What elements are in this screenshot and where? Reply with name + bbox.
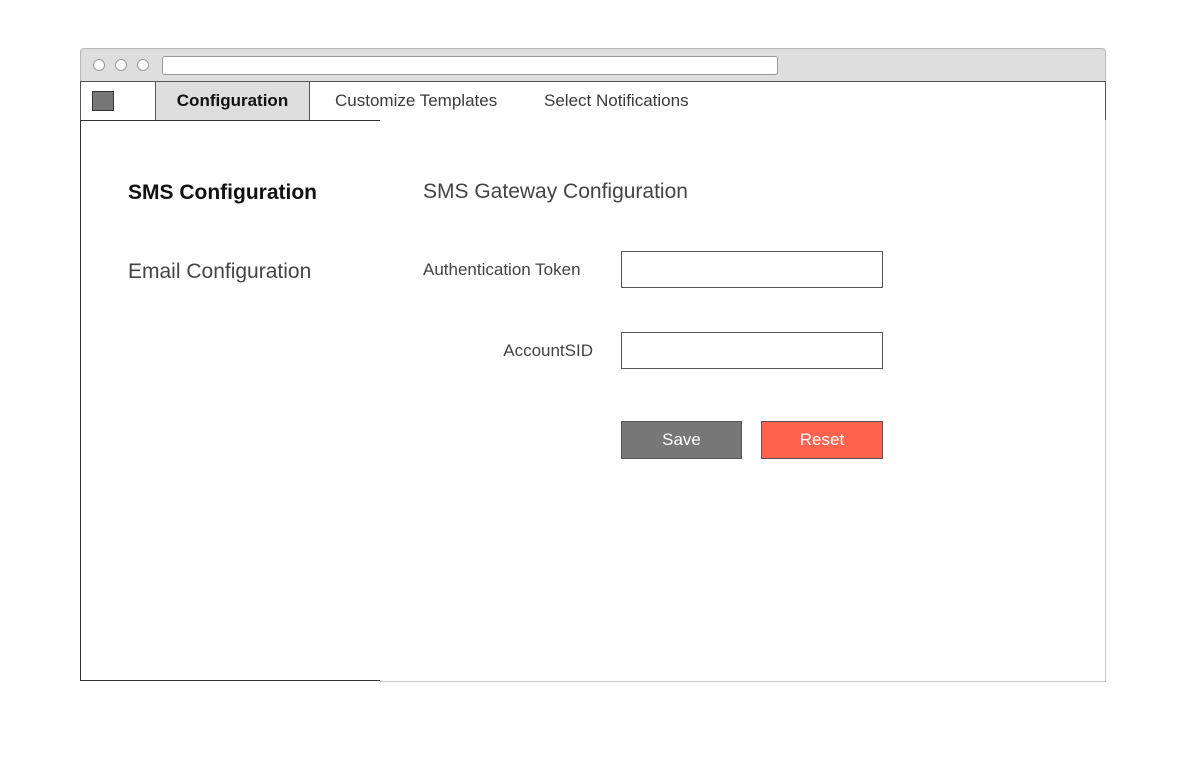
sidebar-item-sms-configuration[interactable]: SMS Configuration [128, 181, 317, 205]
browser-title-bar [80, 48, 1106, 82]
page-title: SMS Gateway Configuration [423, 180, 688, 203]
tab-customize-templates[interactable]: Customize Templates [335, 82, 497, 120]
tab-configuration[interactable]: Configuration [155, 82, 310, 120]
main-content: SMS Gateway Configuration Authentication… [380, 120, 1106, 682]
close-window-button[interactable] [93, 59, 105, 71]
sidebar: SMS Configuration Email Configuration [80, 120, 381, 681]
save-button[interactable]: Save [621, 421, 742, 459]
minimize-window-button[interactable] [115, 59, 127, 71]
authentication-token-input[interactable] [621, 251, 883, 288]
browser-window: Configuration Customize Templates Select… [80, 48, 1106, 682]
account-sid-input[interactable] [621, 332, 883, 369]
top-navigation: Configuration Customize Templates Select… [80, 81, 1106, 121]
authentication-token-label: Authentication Token [423, 260, 581, 279]
reset-button[interactable]: Reset [761, 421, 883, 459]
logo-icon[interactable] [92, 91, 114, 111]
account-sid-label: AccountSID [503, 341, 593, 360]
tab-select-notifications[interactable]: Select Notifications [544, 82, 689, 120]
address-bar[interactable] [162, 56, 778, 75]
sidebar-item-email-configuration[interactable]: Email Configuration [128, 260, 311, 284]
maximize-window-button[interactable] [137, 59, 149, 71]
